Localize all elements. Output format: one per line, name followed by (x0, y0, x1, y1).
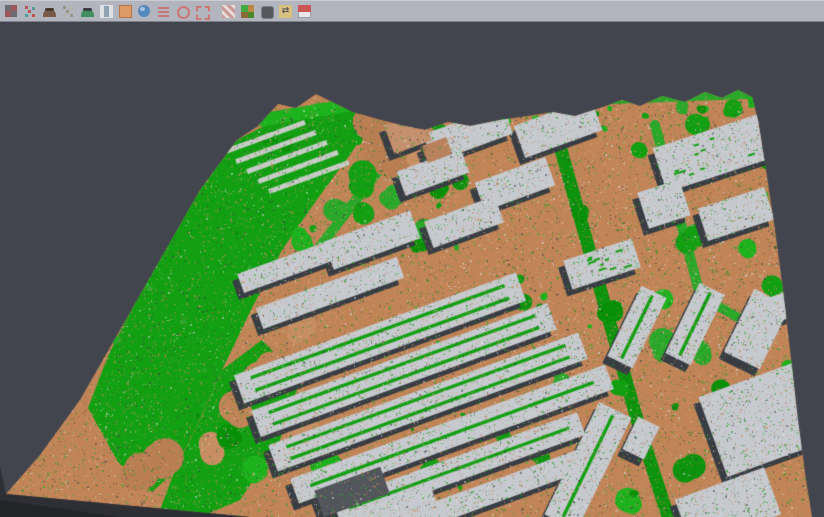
toolbar-icon-ortho-view[interactable] (118, 4, 133, 19)
toolbar-icon-point-display[interactable] (61, 4, 76, 19)
toolbar-icon-rectangle-selection[interactable] (194, 4, 209, 19)
toolbar-icon-measure-tool[interactable]: ⇄ (278, 4, 293, 19)
toolbar: ⇄ (0, 0, 824, 22)
toolbar-icon-ground-model[interactable] (42, 4, 57, 19)
toolbar-icon-classify-points[interactable] (23, 4, 38, 19)
toolbar-icon-classification-colors[interactable] (240, 4, 255, 19)
application-window: ⇄ (0, 0, 824, 517)
toolbar-icon-rotate-3d[interactable] (137, 4, 152, 19)
toolbar-icon-profile-lines[interactable] (156, 4, 171, 19)
viewport-3d-point-cloud[interactable] (0, 0, 824, 517)
toolbar-icon-vegetation-model[interactable] (80, 4, 95, 19)
toolbar-icon-import-points[interactable] (4, 4, 19, 19)
toolbar-icon-flag-marker[interactable] (297, 4, 312, 19)
toolbar-icon-section-view[interactable] (99, 4, 114, 19)
toolbar-icon-grid-overlay[interactable] (221, 4, 236, 19)
toolbar-icon-circle-selection[interactable] (175, 4, 190, 19)
toolbar-icon-building-extraction[interactable] (259, 4, 274, 19)
